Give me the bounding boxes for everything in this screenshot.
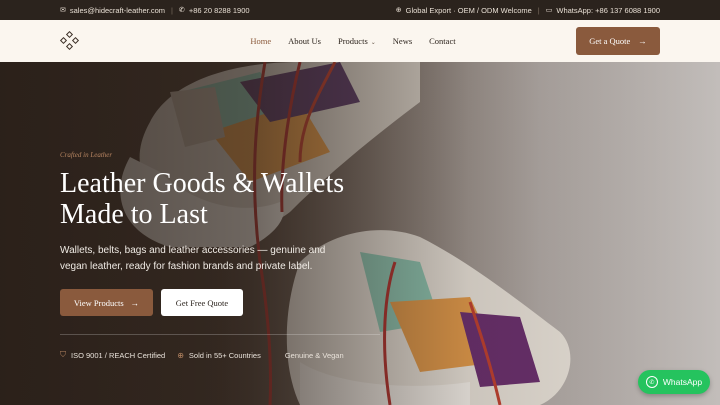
separator: |	[171, 5, 173, 15]
hero-eyebrow: Crafted in Leather	[60, 151, 113, 159]
get-free-quote-button[interactable]: Get Free Quote	[161, 289, 243, 316]
hero-title: Leather Goods & Wallets Made to Last	[60, 168, 420, 230]
separator: |	[537, 5, 540, 15]
hero-subtitle: Wallets, belts, bags and leather accesso…	[60, 245, 326, 272]
arrow-right-icon: →	[130, 297, 140, 308]
chevron-down-icon: ⌄	[370, 40, 376, 46]
email-link[interactable]: sales@hidecraft-leather.com	[70, 6, 165, 15]
whatsapp-float-label: WhatsApp	[662, 377, 703, 387]
badge-certified-label: ISO 9001 / REACH Certified	[71, 350, 166, 360]
get-quote-label: Get a Quote	[589, 36, 631, 46]
hero-title-line2: Made to Last	[60, 199, 208, 230]
view-products-button[interactable]: View Products →	[60, 289, 153, 316]
nav-menu: Home About Us Products ⌄ News Contact	[200, 36, 455, 46]
nav-item-home[interactable]: Home	[250, 36, 271, 46]
badge-countries: ⊕ Sold in 55+ Countries	[177, 350, 261, 360]
nav-item-about[interactable]: About Us	[288, 36, 321, 46]
hero-divider	[60, 334, 380, 335]
brand-logo[interactable]	[59, 30, 80, 51]
trust-badges: ⛉ ISO 9001 / REACH Certified ⊕ Sold in 5…	[60, 350, 344, 360]
phone-icon: ✆	[178, 7, 185, 14]
mail-icon: ✉	[60, 7, 66, 14]
nav-item-products-label: Products	[338, 36, 368, 46]
chat-icon: ▭	[545, 7, 553, 14]
contact-group: ✉ sales@hidecraft-leather.com | ✆ +86 20…	[60, 6, 250, 15]
main-navigation: Home About Us Products ⌄ News Contact Get…	[0, 20, 720, 62]
export-note: Global Export · OEM / ODM Welcome	[405, 5, 532, 15]
badge-genuine-label: Genuine & Vegan	[284, 350, 344, 360]
top-bar: ✉ sales@hidecraft-leather.com | ✆ +86 20…	[0, 0, 720, 20]
nav-item-news[interactable]: News	[393, 36, 412, 46]
badge-certified: ⛉ ISO 9001 / REACH Certified	[60, 350, 165, 360]
badge-genuine: Genuine & Vegan	[285, 350, 344, 360]
whatsapp-icon: ✆	[645, 376, 658, 388]
whatsapp-contact[interactable]: WhatsApp: +86 137 6088 1900	[556, 6, 660, 15]
whatsapp-float-button[interactable]: ✆ WhatsApp	[638, 370, 710, 394]
globe-icon: ⊕	[177, 350, 184, 360]
get-free-quote-label: Get Free Quote	[175, 297, 229, 308]
nav-item-contact[interactable]: Contact	[429, 36, 455, 46]
shield-icon: ⛉	[60, 350, 66, 359]
badge-countries-label: Sold in 55+ Countries	[188, 350, 261, 360]
hero-title-line1: Leather Goods & Wallets	[60, 168, 345, 199]
arrow-right-icon: →	[638, 36, 647, 46]
phone-link[interactable]: +86 20 8288 1900	[189, 6, 250, 15]
nav-item-products[interactable]: Products ⌄	[338, 36, 376, 46]
info-group: ⊕ Global Export · OEM / ODM Welcome | ▭ …	[396, 6, 660, 15]
view-products-label: View Products	[73, 297, 124, 308]
globe-icon: ⊕	[395, 7, 402, 14]
hero-section: Crafted in Leather Leather Goods & Walle…	[0, 62, 720, 405]
get-quote-button[interactable]: Get a Quote →	[575, 27, 660, 55]
